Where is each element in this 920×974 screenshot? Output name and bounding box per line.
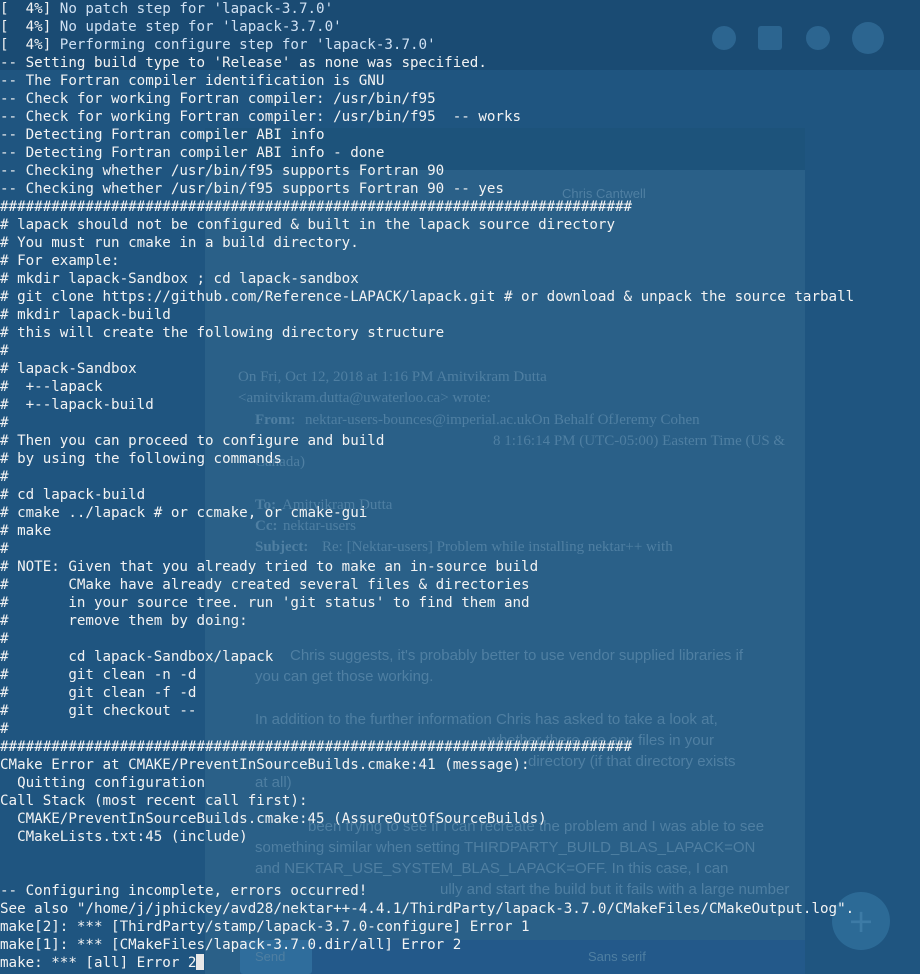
terminal-line: # git clean -n -d xyxy=(0,667,197,683)
terminal-line: -- The Fortran compiler identification i… xyxy=(0,73,385,89)
terminal-line: ########################################… xyxy=(0,739,633,755)
progress-text: No patch step for 'lapack-3.7.0' xyxy=(59,1,334,17)
terminal-line: -- Checking whether /usr/bin/f95 support… xyxy=(0,181,504,197)
terminal-line: # git clean -f -d xyxy=(0,685,197,701)
terminal-line: # git checkout -- xyxy=(0,703,197,719)
terminal-line: # xyxy=(0,415,9,431)
terminal-line: # xyxy=(0,541,9,557)
terminal-line: make[2]: *** [ThirdParty/stamp/lapack-3.… xyxy=(0,919,530,935)
terminal-line: -- Setting build type to 'Release' as no… xyxy=(0,55,487,71)
terminal-line: # this will create the following directo… xyxy=(0,325,445,341)
progress-text: Performing configure step for 'lapack-3.… xyxy=(59,37,436,53)
terminal-line: # cmake ../lapack # or ccmake, or cmake-… xyxy=(0,505,368,521)
terminal-line: See also "/home/j/jphickey/avd28/nektar+… xyxy=(0,901,855,917)
terminal-line: -- Checking whether /usr/bin/f95 support… xyxy=(0,163,445,179)
terminal-line: Call Stack (most recent call first): xyxy=(0,793,308,809)
terminal-line: # make xyxy=(0,523,52,539)
terminal-line: ########################################… xyxy=(0,199,633,215)
terminal-line: CMakeLists.txt:45 (include) xyxy=(0,829,248,845)
terminal-line: # +--lapack xyxy=(0,379,103,395)
terminal-line: # remove them by doing: xyxy=(0,613,248,629)
terminal-line: # by using the following commands xyxy=(0,451,282,467)
terminal-line: # git clone https://github.com/Reference… xyxy=(0,289,855,305)
terminal-last-line: make: *** [all] Error 2 xyxy=(0,954,920,972)
terminal-progress-line: [ 4%] No patch step for 'lapack-3.7.0' xyxy=(0,0,920,18)
progress-prefix: [ 4%] xyxy=(0,1,60,17)
terminal-line: Quitting configuration xyxy=(0,775,205,791)
terminal-line: # CMake have already created several fil… xyxy=(0,577,530,593)
terminal-line: # +--lapack-build xyxy=(0,397,154,413)
terminal-line: -- Configuring incomplete, errors occurr… xyxy=(0,883,368,899)
terminal-line: -- Detecting Fortran compiler ABI info xyxy=(0,127,325,143)
progress-prefix: [ 4%] xyxy=(0,37,60,53)
terminal-line: # lapack should not be configured & buil… xyxy=(0,217,615,233)
terminal-line: # lapack-Sandbox xyxy=(0,361,137,377)
terminal-line: # Then you can proceed to configure and … xyxy=(0,433,385,449)
terminal-line-text: make: *** [all] Error 2 xyxy=(0,955,197,971)
terminal-line: make[1]: *** [CMakeFiles/lapack-3.7.0.di… xyxy=(0,937,462,953)
progress-text: No update step for 'lapack-3.7.0' xyxy=(59,19,342,35)
terminal-line: # mkdir lapack-build xyxy=(0,307,171,323)
terminal-line: # xyxy=(0,721,9,737)
terminal-line: # mkdir lapack-Sandbox ; cd lapack-sandb… xyxy=(0,271,359,287)
terminal-progress-line: [ 4%] No update step for 'lapack-3.7.0' xyxy=(0,18,920,36)
terminal-line: # NOTE: Given that you already tried to … xyxy=(0,559,539,575)
terminal-line: # cd lapack-Sandbox/lapack xyxy=(0,649,274,665)
terminal-progress-line: [ 4%] Performing configure step for 'lap… xyxy=(0,36,920,54)
terminal-line: # You must run cmake in a build director… xyxy=(0,235,359,251)
terminal-line: # For example: xyxy=(0,253,120,269)
terminal-output[interactable]: [ 4%] No patch step for 'lapack-3.7.0'[ … xyxy=(0,0,920,974)
terminal-cursor xyxy=(196,954,205,970)
terminal-line: # xyxy=(0,631,9,647)
terminal-line: # cd lapack-build xyxy=(0,487,146,503)
terminal-line: # xyxy=(0,469,9,485)
terminal-line: -- Detecting Fortran compiler ABI info -… xyxy=(0,145,385,161)
terminal-line: -- Check for working Fortran compiler: /… xyxy=(0,109,522,125)
progress-prefix: [ 4%] xyxy=(0,19,60,35)
terminal-line: # xyxy=(0,343,9,359)
terminal-line: CMake Error at CMAKE/PreventInSourceBuil… xyxy=(0,757,530,773)
terminal-line: CMAKE/PreventInSourceBuilds.cmake:45 (As… xyxy=(0,811,547,827)
terminal-line: -- Check for working Fortran compiler: /… xyxy=(0,91,436,107)
terminal-line: # in your source tree. run 'git status' … xyxy=(0,595,530,611)
